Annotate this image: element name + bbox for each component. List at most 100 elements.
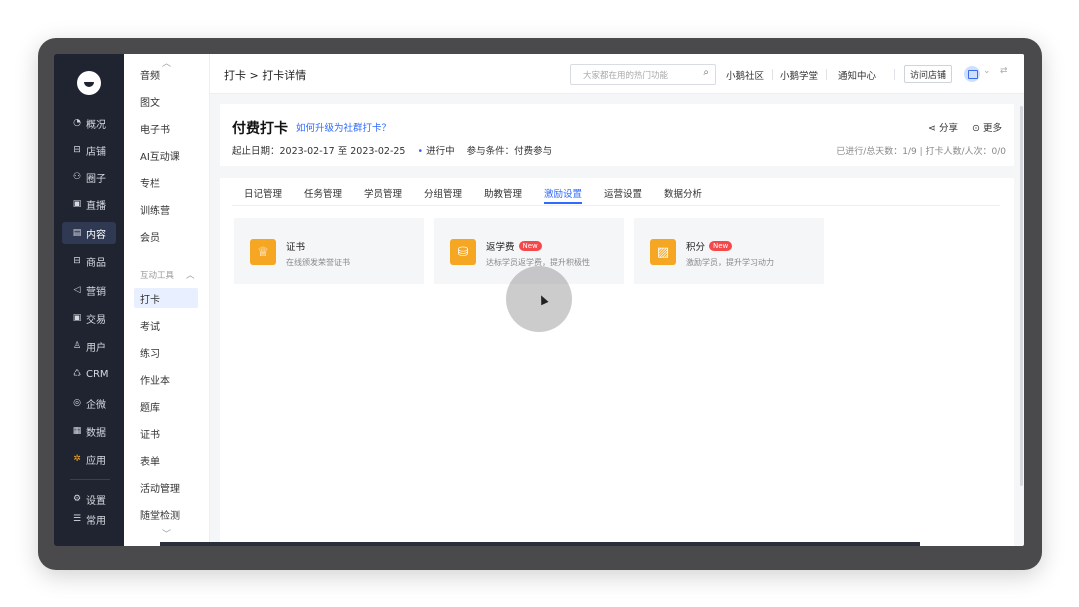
sidebar-divider: [70, 479, 110, 480]
nav-item-products[interactable]: ⊟ 商品: [54, 250, 124, 272]
status-text: 进行中: [426, 146, 455, 157]
incentive-card-points[interactable]: ▨ 积分 New 激励学员，提升学习动力: [634, 218, 824, 284]
nav-label: 圈子: [86, 173, 106, 185]
store-icon: ⊟: [73, 145, 81, 155]
scroll-down-icon[interactable]: ﹀: [162, 527, 171, 540]
share-icon: ⋖: [928, 123, 936, 134]
subnav-item[interactable]: 训练营: [134, 199, 198, 219]
subnav-item[interactable]: 证书: [134, 423, 198, 443]
card-description: 激励学员，提升学习动力: [686, 258, 774, 267]
tab[interactable]: 运营设置: [604, 186, 642, 200]
subnav-item[interactable]: 练习: [134, 342, 198, 362]
subnav-item[interactable]: 会员: [134, 226, 198, 246]
tab[interactable]: 学员管理: [364, 186, 402, 200]
nav-item-transactions[interactable]: ▣ 交易: [54, 307, 124, 329]
upgrade-link[interactable]: 如何升级为社群打卡？: [296, 120, 391, 134]
subnav-item[interactable]: 专栏: [134, 172, 198, 192]
academy-link[interactable]: 小鹅学堂: [780, 68, 818, 82]
nav-item-content[interactable]: ▤ 内容: [62, 222, 116, 244]
tab[interactable]: 激励设置: [544, 186, 583, 204]
nav-item-marketing[interactable]: ◁ 营销: [54, 279, 124, 301]
subnav-item[interactable]: 图文: [134, 91, 198, 111]
visit-store-button[interactable]: 访问店铺: [904, 65, 952, 83]
new-badge: New: [518, 241, 542, 251]
nav-item-overview[interactable]: ◔ 概况: [54, 112, 124, 134]
main-panel: 日记管理 任务管理 学员管理 分组管理 助教管理 激励设置 运营设置 数据分析 ♕ 证书 在线颁发…: [220, 178, 1014, 546]
apps-icon: ✲: [73, 454, 81, 464]
nav-item-data[interactable]: ▦ 数据: [54, 420, 124, 442]
nav-label: 店铺: [86, 146, 106, 158]
subnav-item[interactable]: 活动管理: [134, 477, 198, 497]
subnav-item[interactable]: 作业本: [134, 369, 198, 389]
switch-icon[interactable]: ⇄: [1000, 66, 1008, 76]
group-label: 互动工具: [140, 271, 175, 281]
nav-item-favorites[interactable]: ☰ 常用: [54, 508, 124, 530]
app-window: ◔ 概况 ⊟ 店铺 ⚇ 圈子 ▣ 直播 ▤ 内容 ⊟ 商品 ◁ 营销 ▣ 交易 ♙ 用户 ♺ CRM ◎ 企微 ▦ 数据 ✲ 应用…: [54, 54, 1024, 546]
app-logo: [77, 71, 101, 95]
tab-bar: 日记管理 任务管理 学员管理 分组管理 助教管理 激励设置 运营设置 数据分析: [232, 178, 1000, 206]
more-button[interactable]: ⊙ 更多: [972, 120, 1002, 134]
nav-label: 数据: [86, 427, 106, 439]
avatar[interactable]: [964, 66, 980, 82]
taskbar: [160, 542, 920, 546]
nav-item-store[interactable]: ⊟ 店铺: [54, 139, 124, 161]
nav-label: 用户: [86, 342, 106, 354]
more-icon: ⊙: [972, 123, 980, 134]
incentive-card-certificate[interactable]: ♕ 证书 在线颁发荣誉证书: [234, 218, 424, 284]
users-icon: ♙: [72, 341, 82, 351]
chevron-down-icon[interactable]: ⌄: [983, 66, 991, 76]
nav-item-settings[interactable]: ⚙ 设置: [54, 488, 124, 510]
card-title: 返学费: [486, 242, 515, 253]
subnav-item[interactable]: AI互动课: [134, 145, 198, 165]
community-link[interactable]: 小鹅社区: [726, 68, 764, 82]
nav-item-apps[interactable]: ✲ 应用: [54, 448, 124, 470]
subnav-item[interactable]: 题库: [134, 396, 198, 416]
card-title-row: 证书: [286, 239, 305, 253]
new-badge: New: [709, 241, 733, 251]
nav-label: 交易: [86, 314, 106, 326]
nav-item-crm[interactable]: ♺ CRM: [54, 363, 124, 385]
nav-item-circle[interactable]: ⚇ 圈子: [54, 166, 124, 188]
settings-icon: ⚙: [72, 494, 82, 504]
tuition-refund-icon: ⛁: [450, 239, 476, 265]
status-badge: • 进行中: [417, 143, 454, 157]
nav-item-wecom[interactable]: ◎ 企微: [54, 392, 124, 414]
nav-label: 设置: [86, 495, 106, 507]
divider: [894, 69, 895, 80]
nav-label: 商品: [86, 257, 106, 269]
checkin-meta: 起止日期：2023-02-17 至 2023-02-25 • 进行中 参与条件：…: [232, 143, 552, 157]
status-dot-icon: •: [417, 146, 424, 157]
group-header[interactable]: 互动工具 ︿: [140, 269, 195, 281]
search-input[interactable]: 大家都在用的热门功能 ⌕: [570, 64, 716, 85]
nav-item-live[interactable]: ▣ 直播: [54, 193, 124, 215]
tab[interactable]: 助教管理: [484, 186, 522, 200]
date-range: 起止日期：2023-02-17 至 2023-02-25: [232, 146, 406, 157]
tab[interactable]: 数据分析: [664, 186, 702, 200]
subnav-item-checkin[interactable]: 打卡: [134, 288, 198, 308]
nav-item-users[interactable]: ♙ 用户: [54, 335, 124, 357]
nav-label: CRM: [86, 368, 109, 380]
tab[interactable]: 任务管理: [304, 186, 342, 200]
products-icon: ⊟: [73, 256, 81, 266]
subnav-item[interactable]: 表单: [134, 450, 198, 470]
card-title-row: 积分 New: [686, 239, 733, 253]
divider: [826, 69, 827, 80]
notification-center-link[interactable]: 通知中心: [838, 68, 876, 82]
tab[interactable]: 日记管理: [244, 186, 282, 200]
nav-label: 直播: [86, 200, 106, 212]
tab[interactable]: 分组管理: [424, 186, 462, 200]
subnav-item[interactable]: 电子书: [134, 118, 198, 138]
nav-label: 企微: [86, 399, 106, 411]
checkin-header: 付费打卡 如何升级为社群打卡？ 起止日期：2023-02-17 至 2023-0…: [220, 104, 1014, 166]
nav-label: 概况: [86, 119, 106, 131]
nav-label: 内容: [86, 229, 106, 241]
search-icon[interactable]: ⌕: [703, 67, 709, 78]
card-title: 积分: [686, 242, 706, 253]
subnav-item[interactable]: 随堂检测: [134, 504, 198, 524]
subnav-item[interactable]: 考试: [134, 315, 198, 335]
scrollbar[interactable]: [1020, 106, 1023, 486]
live-icon: ▣: [72, 199, 82, 209]
subnav-item[interactable]: 音频: [134, 64, 198, 84]
share-button[interactable]: ⋖ 分享: [928, 120, 958, 134]
breadcrumb[interactable]: 打卡 > 打卡详情: [224, 67, 306, 83]
